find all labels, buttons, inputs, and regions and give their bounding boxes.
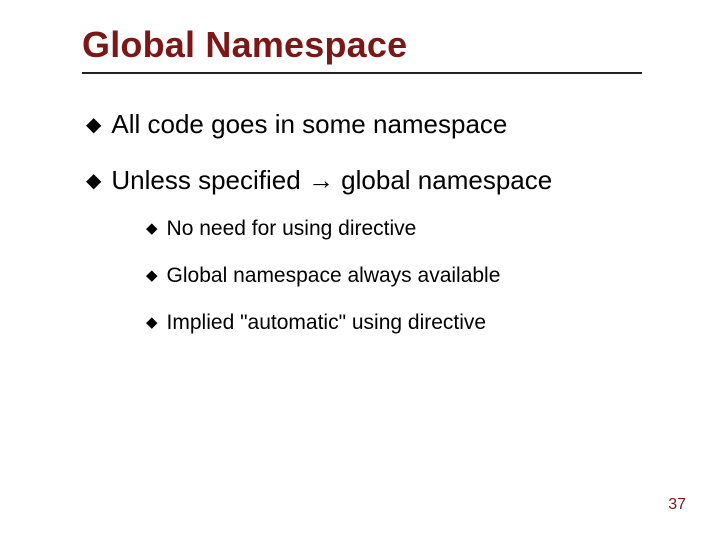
bullet-level1: ◆ All code goes in some namespace [86, 110, 646, 140]
bullet-text: All code goes in some namespace [111, 110, 507, 140]
sub-bullet-text: Global namespace always available [167, 263, 501, 288]
slide: Global Namespace ◆ All code goes in some… [0, 0, 720, 540]
diamond-bullet-icon: ◆ [86, 110, 101, 140]
diamond-bullet-icon: ◆ [146, 263, 158, 288]
arrow-icon: → [308, 165, 334, 195]
sub-bullets: ◆ No need for using directive ◆ Global n… [146, 216, 646, 336]
bullet-text-post: global namespace [334, 165, 552, 195]
bullet-level2: ◆ Implied "automatic" using directive [146, 310, 646, 335]
sub-bullet-text: No need for using directive [167, 216, 417, 241]
bullet-text-pre: Unless specified [111, 165, 308, 195]
page-number: 37 [668, 496, 686, 514]
bullet-level2: ◆ No need for using directive [146, 216, 646, 241]
title-underline [82, 72, 642, 74]
bullet-level1: ◆ Unless specified → global namespace [86, 166, 646, 196]
bullet-level2: ◆ Global namespace always available [146, 263, 646, 288]
sub-bullet-text: Implied "automatic" using directive [167, 310, 487, 335]
bullet-text: Unless specified → global namespace [111, 166, 552, 196]
diamond-bullet-icon: ◆ [146, 310, 158, 335]
diamond-bullet-icon: ◆ [86, 166, 101, 196]
slide-body: ◆ All code goes in some namespace ◆ Unle… [86, 110, 646, 358]
diamond-bullet-icon: ◆ [146, 216, 158, 241]
slide-title: Global Namespace [82, 24, 407, 66]
